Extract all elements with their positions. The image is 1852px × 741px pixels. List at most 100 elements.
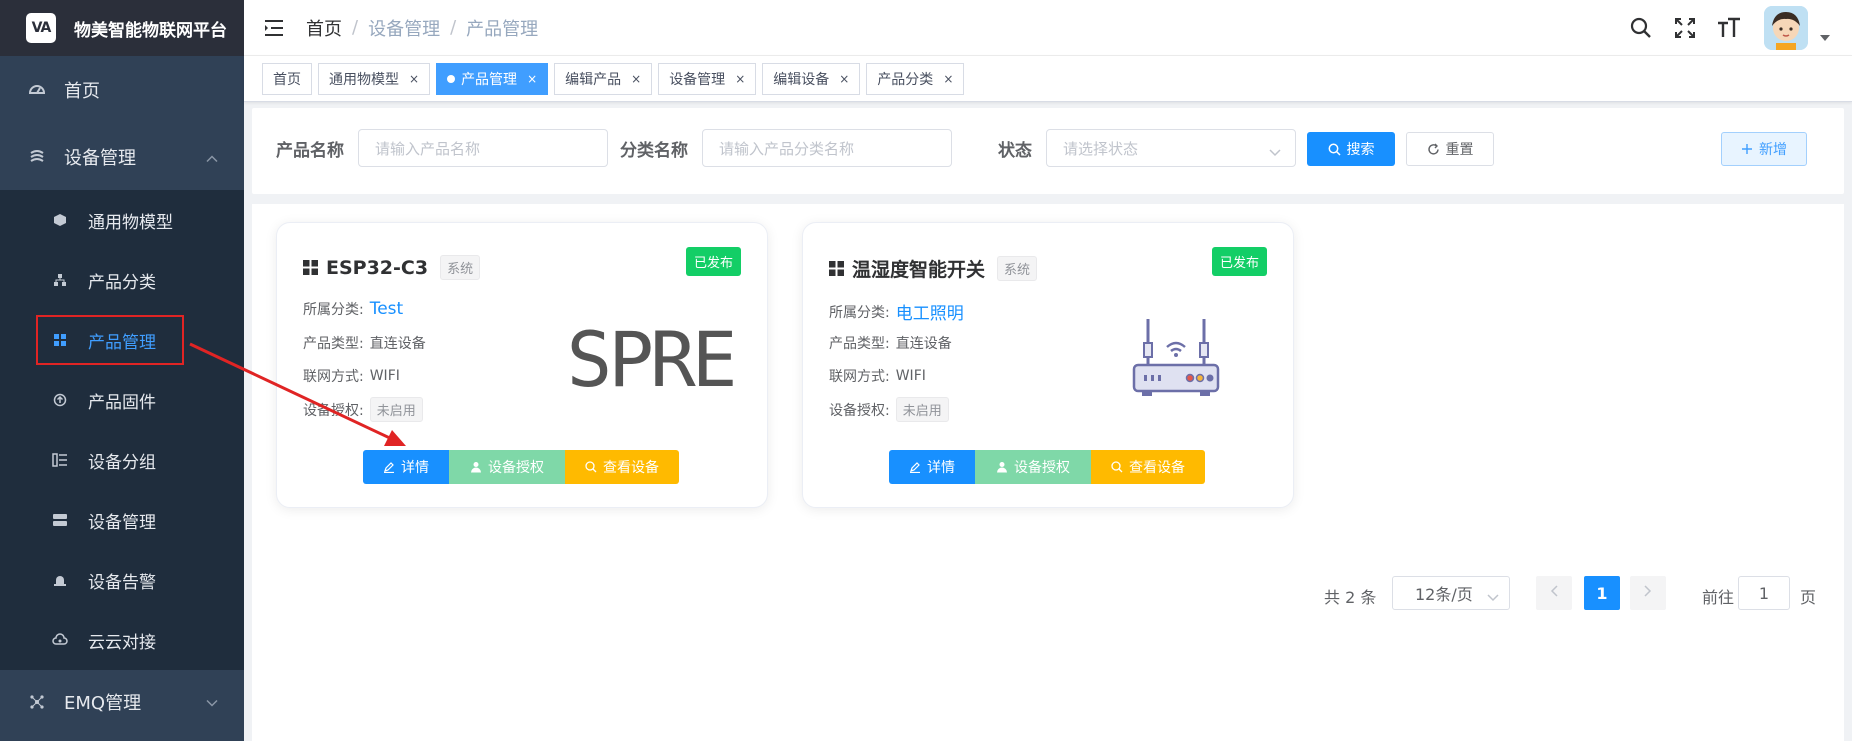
tag-edit-device[interactable]: 编辑设备 × [762, 62, 861, 95]
device-submenu: 通用物模型 产品分类 产品管理 产品固件 设备分组 设备管理 设备告警 云云对接 [0, 190, 244, 670]
tag-product-category[interactable]: 产品分类 × [866, 62, 965, 95]
top-navbar: 首页 / 设备管理 / 产品管理 [244, 0, 1852, 56]
add-button[interactable]: 新增 [1721, 132, 1807, 166]
category-name-input[interactable]: 请输入产品分类名称 [702, 129, 952, 167]
sidebar-item-thing-model[interactable]: 通用物模型 [0, 190, 244, 250]
auth-field: 设备授权: 未启用 [303, 397, 423, 422]
auth-field: 设备授权: 未启用 [829, 397, 949, 422]
alarm-icon [52, 572, 68, 588]
sidebar-item-product-category[interactable]: 产品分类 [0, 250, 244, 310]
sidebar-item-product-mgmt[interactable]: 产品管理 [0, 310, 244, 370]
logo-area[interactable]: VA 物美智能物联网平台 [0, 0, 244, 56]
field-label: 所属分类: [829, 304, 890, 321]
tag-label: 通用物模型 [329, 71, 399, 88]
hamburger-icon[interactable] [264, 19, 284, 37]
device-auth-button[interactable]: 设备授权 [975, 450, 1091, 484]
sidebar-item-label: 设备管理 [88, 512, 156, 533]
close-icon[interactable]: × [943, 72, 953, 86]
user-icon [470, 461, 482, 473]
close-icon[interactable]: × [839, 72, 849, 86]
font-size-icon[interactable] [1716, 15, 1742, 41]
tag-home[interactable]: 首页 [262, 62, 312, 95]
product-title: 温湿度智能开关 系统 [829, 255, 1038, 282]
sidebar-item-firmware[interactable]: 产品固件 [0, 370, 244, 430]
caret-down-icon[interactable] [1820, 26, 1830, 45]
search-icon[interactable] [1628, 15, 1654, 41]
system-tag: 系统 [440, 255, 481, 280]
category-field: 所属分类: Test [303, 299, 403, 319]
category-field: 所属分类: 电工照明 [829, 299, 964, 324]
card-actions: 详情 设备授权 查看设备 [889, 450, 1205, 484]
tag-label: 产品管理 [461, 71, 518, 88]
pagination: 共 2 条 12条/页 1 前往 1 页 [252, 576, 1844, 612]
chevron-down-icon [206, 692, 218, 713]
sidebar-item-device-mgmt[interactable]: 设备管理 [0, 123, 244, 190]
page-size-select[interactable]: 12条/页 [1392, 576, 1510, 610]
reset-button[interactable]: 重置 [1406, 132, 1494, 166]
sidebar-item-device-alarm[interactable]: 设备告警 [0, 550, 244, 610]
breadcrumb-home[interactable]: 首页 [306, 15, 342, 41]
product-name-input[interactable]: 请输入产品名称 [358, 129, 608, 167]
edit-icon [909, 461, 921, 473]
field-value: 直连设备 [895, 336, 952, 352]
tag-product-mgmt[interactable]: 产品管理 × [436, 62, 549, 95]
breadcrumb: 首页 / 设备管理 / 产品管理 [306, 15, 538, 41]
prev-page-button[interactable] [1536, 576, 1572, 610]
goto-page-input[interactable]: 1 [1738, 576, 1790, 610]
button-label: 查看设备 [1129, 460, 1185, 476]
logo-icon: VA [26, 13, 56, 43]
chevron-down-icon [1269, 143, 1281, 161]
sidebar-item-emq[interactable]: EMQ管理 [0, 670, 244, 734]
annotation-highlight-box [36, 315, 184, 365]
status-select[interactable]: 请选择状态 [1046, 129, 1296, 167]
detail-button[interactable]: 详情 [889, 450, 975, 484]
sidebar: VA 物美智能物联网平台 首页 设备管理 通用物模型 产品分类 产品管理 产品固… [0, 0, 244, 741]
type-field: 产品类型: 直连设备 [829, 333, 952, 353]
product-image-text: SPRE [566, 315, 737, 404]
sidebar-item-label: 通用物模型 [88, 212, 173, 233]
device-auth-button[interactable]: 设备授权 [449, 450, 565, 484]
button-label: 查看设备 [603, 460, 659, 476]
total-count: 共 2 条 [1324, 588, 1377, 607]
tag-label: 编辑产品 [565, 71, 622, 88]
tag-thing-model[interactable]: 通用物模型 × [318, 62, 431, 95]
search-button[interactable]: 搜索 [1307, 132, 1395, 166]
sidebar-item-device-mgmt-sub[interactable]: 设备管理 [0, 490, 244, 550]
status-badge: 已发布 [685, 247, 741, 276]
close-icon[interactable]: × [735, 72, 745, 86]
grid-icon [829, 261, 844, 276]
field-label: 联网方式: [303, 369, 364, 385]
sidebar-item-cloud-link[interactable]: 云云对接 [0, 610, 244, 670]
type-field: 产品类型: 直连设备 [303, 333, 426, 353]
view-devices-button[interactable]: 查看设备 [1091, 450, 1205, 484]
product-card[interactable]: 温湿度智能开关 系统 已发布 所属分类: 电工照明 产品类型: 直连设备 联网方… [802, 222, 1294, 508]
category-link[interactable]: Test [370, 299, 403, 319]
page-size-value: 12条/页 [1415, 585, 1473, 604]
button-label: 新增 [1759, 142, 1787, 158]
view-devices-button[interactable]: 查看设备 [565, 450, 679, 484]
user-icon [996, 461, 1008, 473]
sidebar-item-device-group[interactable]: 设备分组 [0, 430, 244, 490]
sidebar-item-label: 云云对接 [88, 632, 156, 653]
field-value: 直连设备 [369, 336, 426, 352]
close-icon[interactable]: × [631, 72, 641, 86]
field-label: 产品类型: [303, 336, 364, 352]
avatar[interactable] [1764, 6, 1808, 50]
upload-circle-icon [52, 392, 68, 408]
server-icon [52, 512, 68, 528]
next-page-button[interactable] [1630, 576, 1666, 610]
active-dot-icon [447, 74, 456, 83]
category-link[interactable]: 电工照明 [896, 299, 964, 324]
category-name-label: 分类名称 [620, 141, 688, 161]
tag-device-mgmt[interactable]: 设备管理 × [658, 62, 757, 95]
page-number-button[interactable]: 1 [1584, 576, 1620, 610]
sidebar-item-label: 产品分类 [88, 272, 156, 293]
detail-button[interactable]: 详情 [363, 450, 449, 484]
sidebar-item-home[interactable]: 首页 [0, 56, 244, 123]
tag-edit-product[interactable]: 编辑产品 × [554, 62, 653, 95]
sidebar-item-label: 设备管理 [64, 147, 136, 169]
product-card[interactable]: ESP32-C3 系统 已发布 所属分类: Test 产品类型: 直连设备 联网… [276, 222, 768, 508]
fullscreen-icon[interactable] [1672, 15, 1698, 41]
close-icon[interactable]: × [527, 72, 537, 86]
close-icon[interactable]: × [409, 72, 419, 86]
